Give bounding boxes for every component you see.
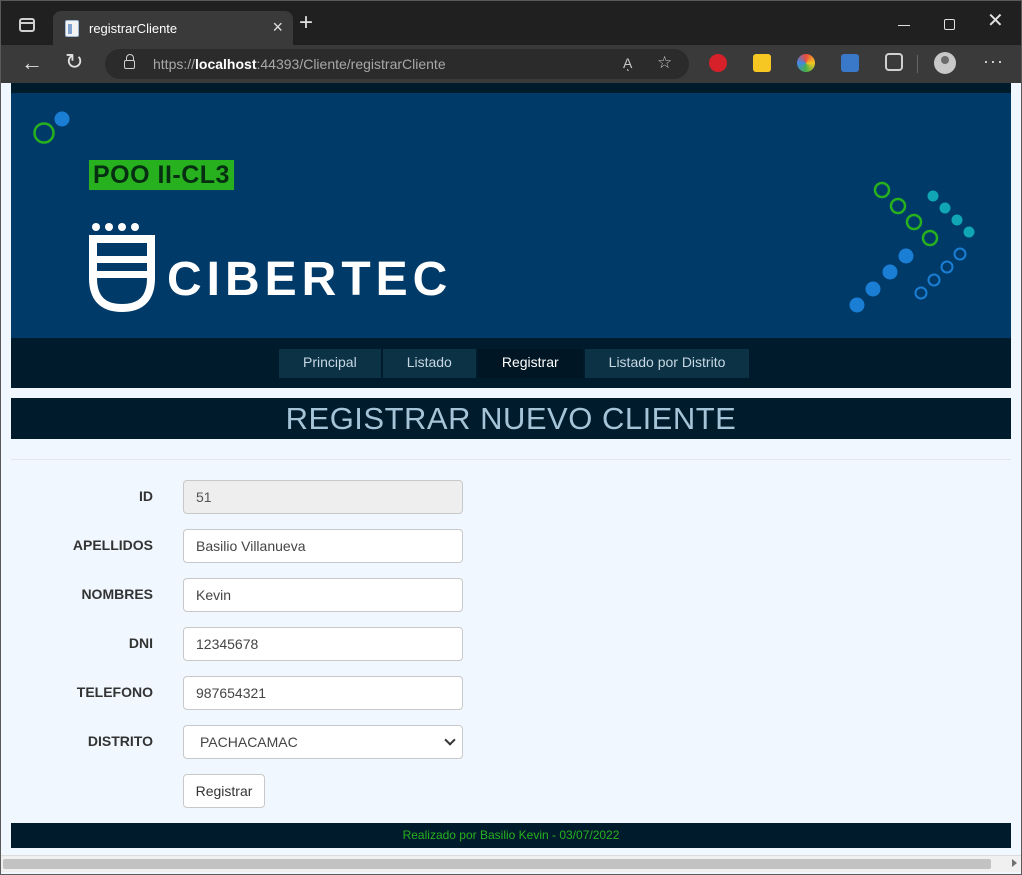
- distrito-selected-value: PACHACAMAC: [200, 734, 298, 750]
- horizontal-scrollbar[interactable]: [1, 855, 1021, 872]
- close-window-icon[interactable]: ✕: [987, 11, 1004, 31]
- page-icon: [65, 20, 79, 37]
- site-header: POO II-CL3 CIBERTEC Principal Listado Re…: [11, 83, 1011, 388]
- divider: [11, 459, 1011, 460]
- telefono-label: TELEFONO: [76, 684, 153, 700]
- browser-toolbar: ← ↻ https://localhost:44393/Cliente/regi…: [1, 45, 1021, 83]
- scrollbar-thumb[interactable]: [3, 859, 991, 869]
- apellidos-field[interactable]: Basilio Villanueva: [183, 529, 463, 563]
- apellidos-label: APELLIDOS: [72, 537, 153, 553]
- title-bar: registrarCliente × + ✕: [1, 1, 1021, 45]
- url-path: :44393/Cliente/registrarCliente: [256, 56, 446, 72]
- page-content: POO II-CL3 CIBERTEC Principal Listado Re…: [1, 83, 1021, 872]
- url-text: https://localhost:44393/Cliente/registra…: [153, 56, 446, 72]
- nav-registrar[interactable]: Registrar: [477, 349, 583, 378]
- close-tab-icon[interactable]: ×: [272, 18, 283, 36]
- banner-decoration: [33, 111, 975, 313]
- page-title: REGISTRAR NUEVO CLIENTE: [285, 401, 737, 436]
- dni-label: DNI: [128, 635, 153, 651]
- nav-listado[interactable]: Listado: [382, 349, 476, 378]
- chevron-down-icon: [444, 734, 456, 746]
- translate-extension-icon[interactable]: [841, 54, 859, 72]
- reload-icon[interactable]: ↻: [65, 50, 83, 74]
- nombres-label: NOMBRES: [81, 586, 153, 602]
- color-extension-icon[interactable]: [797, 54, 815, 72]
- brand-logo-text: CIBERTEC: [167, 253, 453, 306]
- page-title-bar: REGISTRAR NUEVO CLIENTE: [11, 398, 1011, 439]
- add-favorite-icon[interactable]: ☆: [657, 53, 672, 73]
- new-tab-icon[interactable]: +: [299, 11, 313, 35]
- url-host: localhost: [195, 56, 257, 72]
- site-footer: Realizado por Basilio Kevin - 03/07/2022: [11, 823, 1011, 848]
- more-options-icon[interactable]: ···: [983, 51, 1004, 72]
- w-extension-icon[interactable]: [753, 54, 771, 72]
- extensions-puzzle-icon[interactable]: [885, 53, 903, 71]
- dni-field[interactable]: 12345678: [183, 627, 463, 661]
- header-banner: POO II-CL3 CIBERTEC: [11, 93, 1011, 338]
- address-bar[interactable]: https://localhost:44393/Cliente/registra…: [105, 49, 689, 79]
- profile-avatar-icon[interactable]: [934, 52, 956, 74]
- window-menu-icon[interactable]: [19, 18, 35, 32]
- distrito-select[interactable]: PACHACAMAC: [183, 725, 463, 759]
- browser-window: registrarCliente × + ✕ ← ↻ https://local…: [0, 0, 1022, 875]
- course-badge: POO II-CL3: [89, 160, 234, 190]
- telefono-field[interactable]: 987654321: [183, 676, 463, 710]
- nombres-field[interactable]: Kevin: [183, 578, 463, 612]
- footer-text: Realizado por Basilio Kevin - 03/07/2022: [402, 828, 620, 842]
- nav-listado-por-distrito[interactable]: Listado por Distrito: [584, 349, 750, 378]
- back-arrow-icon[interactable]: ←: [21, 51, 43, 75]
- tab-title: registrarCliente: [89, 21, 178, 36]
- nav-principal[interactable]: Principal: [279, 349, 381, 378]
- adblock-extension-icon[interactable]: [709, 54, 727, 72]
- id-label: ID: [139, 488, 153, 504]
- maximize-icon[interactable]: [944, 19, 955, 30]
- distrito-label: DISTRITO: [87, 733, 153, 749]
- lock-icon[interactable]: [124, 54, 135, 69]
- scroll-right-arrow-icon[interactable]: [1012, 859, 1017, 867]
- read-aloud-icon[interactable]: Aͅ: [623, 55, 632, 71]
- minimize-icon[interactable]: [898, 25, 910, 26]
- toolbar-divider: [917, 55, 918, 73]
- registrar-button[interactable]: Registrar: [183, 774, 265, 808]
- browser-tab[interactable]: registrarCliente ×: [53, 11, 293, 45]
- url-scheme: https://: [153, 56, 196, 72]
- id-field: 51: [183, 480, 463, 514]
- main-nav: Principal Listado Registrar Listado por …: [279, 349, 751, 378]
